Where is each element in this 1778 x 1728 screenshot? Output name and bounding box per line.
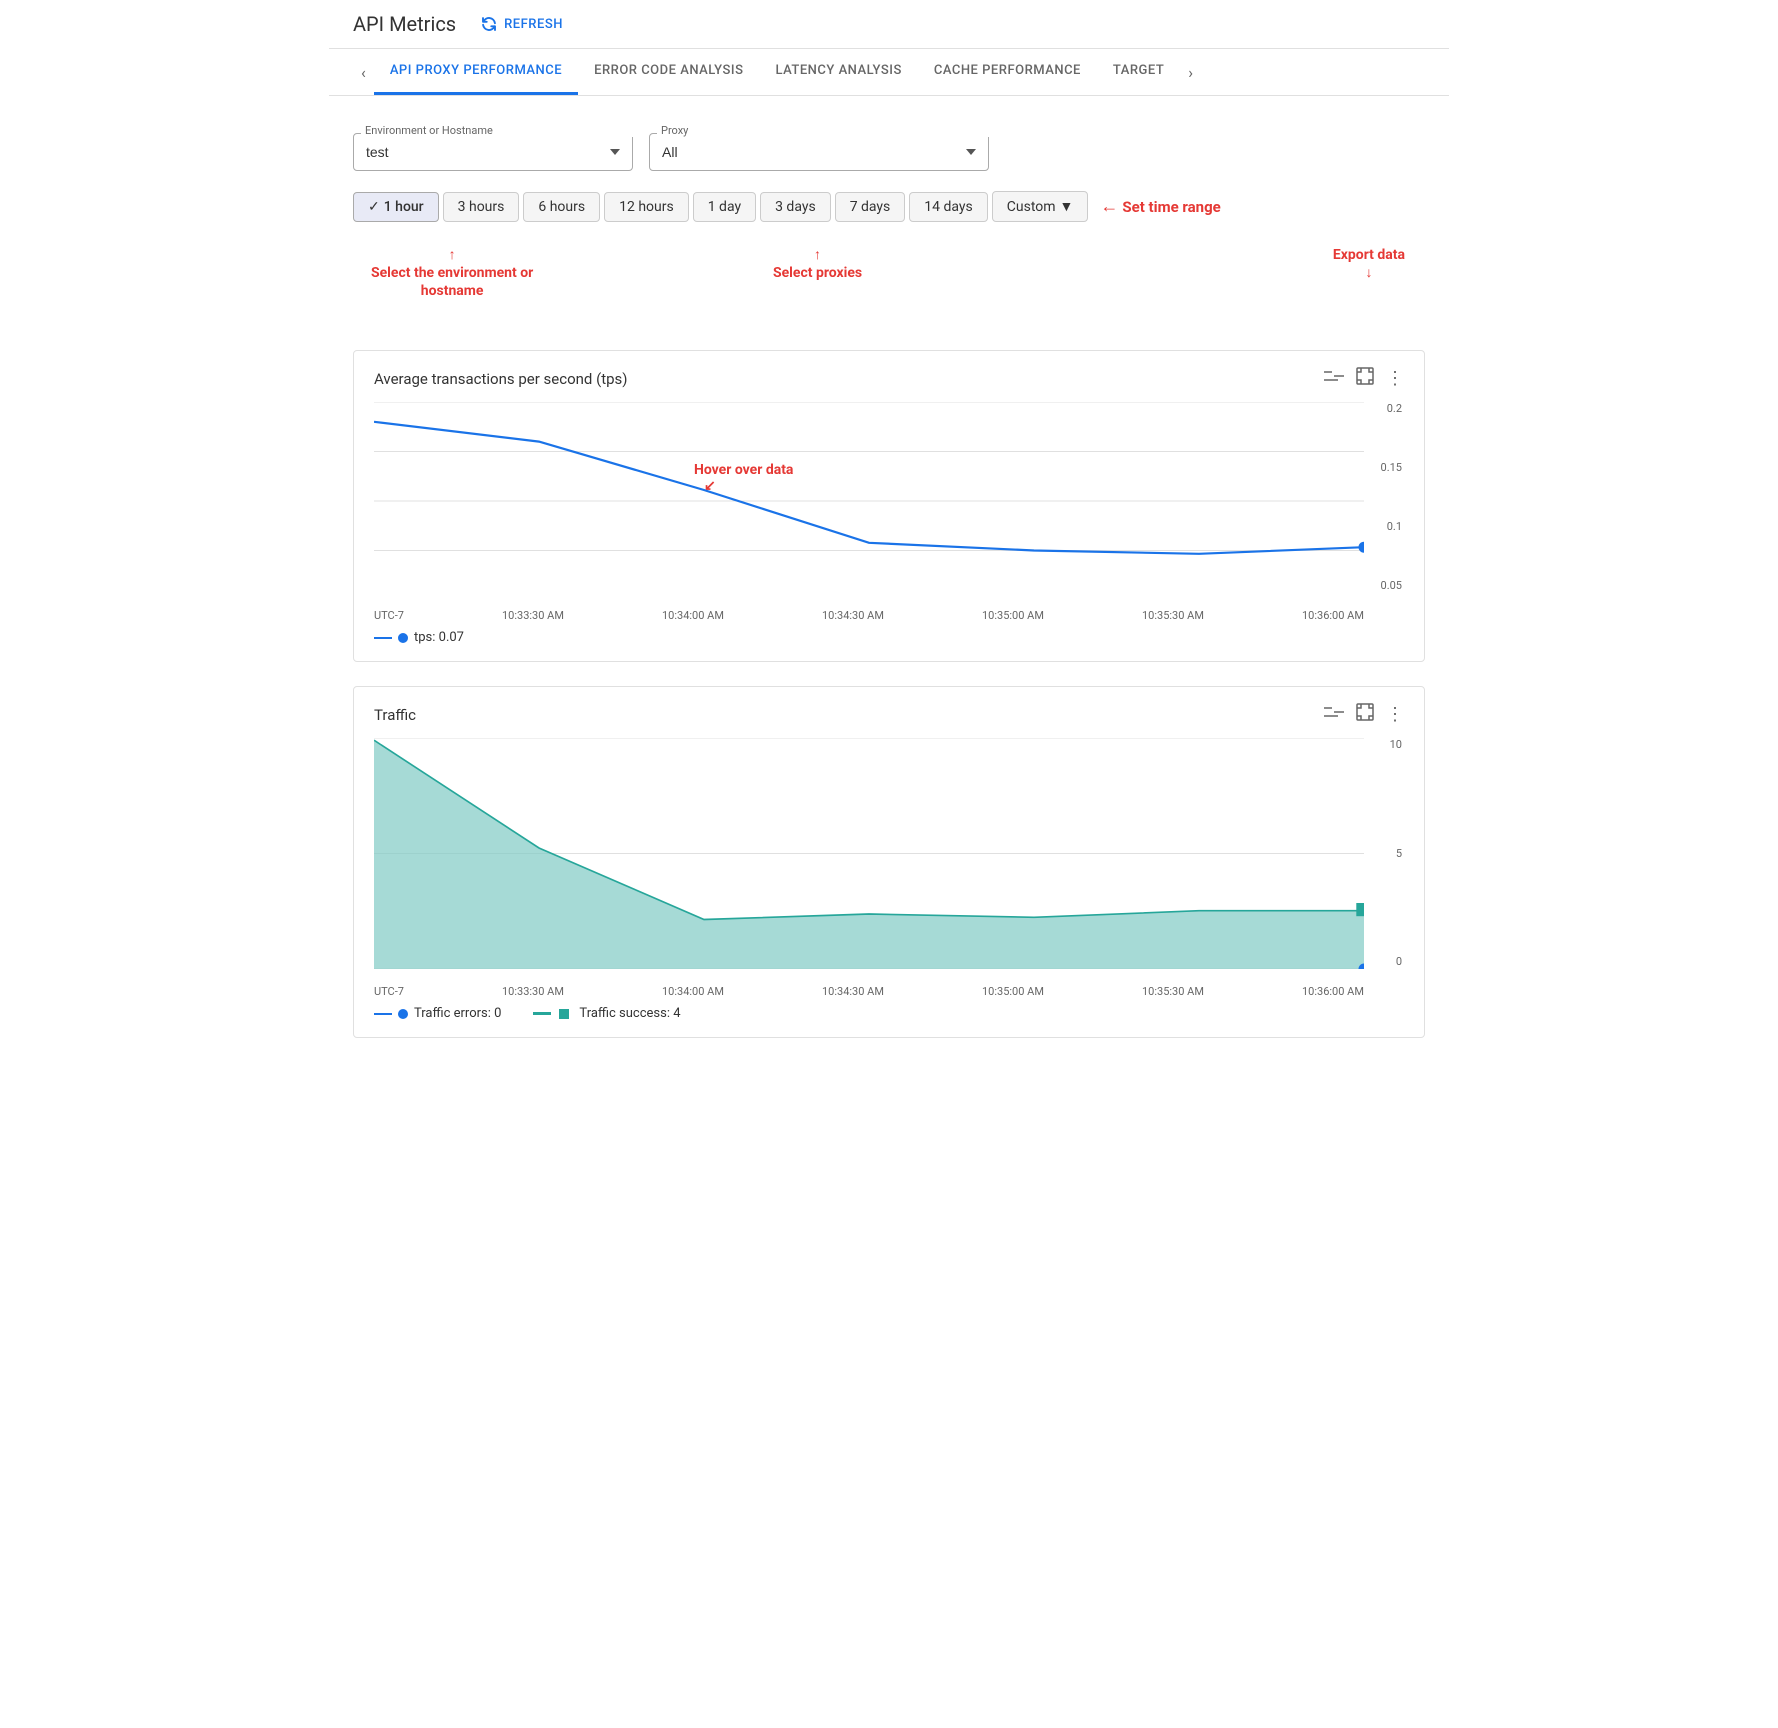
time-btn-3days[interactable]: 3 days (760, 192, 831, 222)
export-data-annotation: Export data ↓ (1333, 246, 1405, 282)
nav-tabs: ‹ API PROXY PERFORMANCE ERROR CODE ANALY… (329, 49, 1449, 96)
time-btn-7days[interactable]: 7 days (835, 192, 906, 222)
traffic-fullscreen-icon[interactable] (1356, 703, 1374, 726)
time-btn-6hours[interactable]: 6 hours (523, 192, 600, 222)
tab-error-code-analysis[interactable]: ERROR CODE ANALYSIS (578, 49, 759, 95)
time-btn-1hour[interactable]: ✓ 1 hour (353, 192, 439, 222)
proxy-filter-select[interactable]: All (649, 133, 989, 171)
filters-row: Environment or Hostname test Proxy All (353, 116, 1425, 171)
tps-y-labels: 0.2 0.15 0.1 0.05 (1368, 402, 1404, 592)
env-filter-select[interactable]: test (353, 133, 633, 171)
tps-legend-dot (398, 633, 408, 643)
time-btn-3hours[interactable]: 3 hours (443, 192, 520, 222)
traffic-errors-dot (398, 1009, 408, 1019)
tps-chart-svg (374, 402, 1364, 600)
tps-legend-icon[interactable] (1324, 368, 1344, 389)
app-title: API Metrics (353, 12, 456, 36)
proxy-filter-label: Proxy (657, 124, 997, 137)
traffic-chart-title: Traffic (374, 706, 416, 724)
traffic-errors-legend: Traffic errors: 0 (374, 1006, 501, 1021)
traffic-success-square (559, 1009, 569, 1019)
select-proxies-annotation: ↑ Select proxies (773, 246, 862, 282)
tps-more-icon[interactable]: ⋮ (1386, 368, 1404, 389)
nav-left-arrow[interactable]: ‹ (353, 55, 374, 90)
time-btn-1day[interactable]: 1 day (693, 192, 756, 222)
tps-chart-actions: ⋮ (1324, 367, 1404, 390)
tps-chart-title: Average transactions per second (tps) (374, 370, 628, 388)
traffic-chart-actions: ⋮ (1324, 703, 1404, 726)
tps-x-labels: UTC-7 10:33:30 AM 10:34:00 AM 10:34:30 A… (374, 609, 1364, 622)
tps-legend-label: tps: 0.07 (414, 630, 464, 645)
set-time-range-arrow: ← (1100, 196, 1118, 217)
refresh-button[interactable]: REFRESH (480, 15, 563, 33)
proxy-filter-group: Proxy All (649, 116, 989, 171)
tps-chart-header: Average transactions per second (tps) ⋮ (374, 367, 1404, 390)
tab-api-proxy-performance[interactable]: API PROXY PERFORMANCE (374, 49, 578, 95)
nav-right-arrow[interactable]: › (1180, 55, 1201, 90)
tps-fullscreen-icon[interactable] (1356, 367, 1374, 390)
tps-chart-area: 0.2 0.15 0.1 0.05 (374, 402, 1404, 622)
traffic-errors-line (374, 1013, 392, 1015)
traffic-chart-legend: Traffic errors: 0 Traffic success: 4 (374, 1006, 1404, 1021)
env-filter-group: Environment or Hostname test (353, 116, 633, 171)
tab-latency-analysis[interactable]: LATENCY ANALYSIS (759, 49, 917, 95)
time-btn-custom[interactable]: Custom ▼ (992, 191, 1089, 222)
tps-legend-item: tps: 0.07 (374, 630, 464, 645)
traffic-chart-card: Traffic ⋮ 10 5 0 (353, 686, 1425, 1038)
refresh-icon (480, 15, 498, 33)
traffic-errors-label: Traffic errors: 0 (414, 1006, 501, 1021)
time-btn-14days[interactable]: 14 days (909, 192, 987, 222)
traffic-success-line (533, 1012, 551, 1015)
traffic-legend-icon[interactable] (1324, 704, 1344, 725)
traffic-success-label: Traffic success: 4 (579, 1006, 680, 1021)
traffic-chart-svg (374, 738, 1364, 969)
tab-cache-performance[interactable]: CACHE PERFORMANCE (918, 49, 1097, 95)
select-env-annotation: ↑ Select the environment or hostname (371, 246, 533, 301)
traffic-success-legend: Traffic success: 4 (533, 1006, 680, 1021)
traffic-chart-area: 10 5 0 (374, 738, 1404, 998)
traffic-more-icon[interactable]: ⋮ (1386, 704, 1404, 725)
traffic-chart-header: Traffic ⋮ (374, 703, 1404, 726)
set-time-range-label: Set time range (1122, 198, 1220, 216)
time-btn-12hours[interactable]: 12 hours (604, 192, 689, 222)
tps-chart-card: Average transactions per second (tps) ⋮ … (353, 350, 1425, 662)
tab-target[interactable]: TARGET (1097, 49, 1180, 95)
main-content: Environment or Hostname test Proxy All ✓… (329, 96, 1449, 1082)
traffic-y-labels: 10 5 0 (1368, 738, 1404, 968)
tps-chart-legend: tps: 0.07 (374, 630, 1404, 645)
traffic-x-labels: UTC-7 10:33:30 AM 10:34:00 AM 10:34:30 A… (374, 985, 1364, 998)
tps-legend-line (374, 637, 392, 639)
refresh-label: REFRESH (504, 17, 563, 32)
env-filter-label: Environment or Hostname (361, 124, 641, 137)
time-range-row: ✓ 1 hour 3 hours 6 hours 12 hours 1 day … (353, 191, 1425, 222)
app-header: API Metrics REFRESH (329, 0, 1449, 49)
